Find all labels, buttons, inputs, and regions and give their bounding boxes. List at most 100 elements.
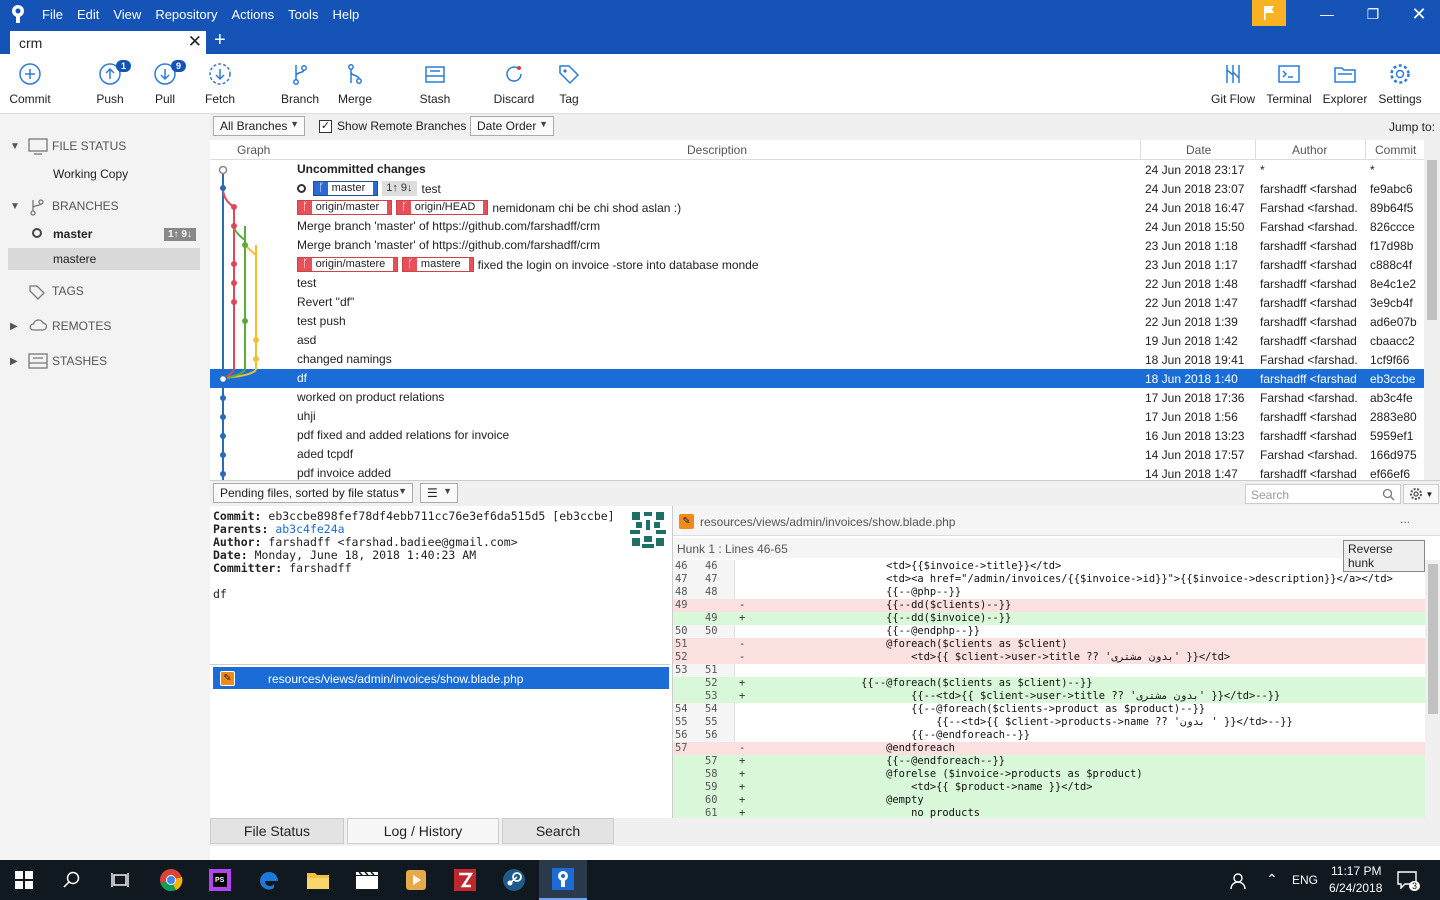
people-icon[interactable] bbox=[1229, 872, 1247, 890]
minimize-button[interactable]: — bbox=[1304, 0, 1350, 28]
show-remote-checkbox[interactable]: ✓ Show Remote Branches bbox=[319, 119, 466, 133]
file-sort-dropdown[interactable]: Pending files, sorted by file status ▼ bbox=[213, 483, 413, 503]
sidebar-file-status[interactable]: ▼ FILE STATUS bbox=[0, 135, 210, 157]
sidebar-remotes[interactable]: ▶ REMOTES bbox=[0, 315, 210, 337]
stash-button[interactable]: Stash bbox=[405, 62, 465, 106]
scrollbar-thumb[interactable] bbox=[1427, 160, 1437, 320]
new-tab-button[interactable]: + bbox=[214, 29, 226, 52]
column-divider[interactable] bbox=[1365, 140, 1366, 160]
maximize-button[interactable]: ❐ bbox=[1350, 0, 1396, 28]
commit-row[interactable]: Merge branch 'master' of https://github.… bbox=[210, 217, 1424, 236]
scrollbar-thumb[interactable] bbox=[1428, 564, 1438, 714]
commit-row[interactable]: ᚴ master 1↑ 9↓ test 24 Jun 2018 23:07 farshad… bbox=[210, 179, 1424, 198]
commit-row[interactable]: Merge branch 'master' of https://github.… bbox=[210, 236, 1424, 255]
task-view-button[interactable] bbox=[96, 860, 144, 900]
commit-row[interactable]: Uncommitted changes 24 Jun 2018 23:17 * * bbox=[210, 160, 1424, 179]
checkbox-checked-icon[interactable]: ✓ bbox=[319, 119, 332, 133]
author-column-header[interactable]: Author bbox=[1292, 143, 1327, 157]
search-input[interactable]: Search bbox=[1245, 484, 1401, 504]
taskbar-search-button[interactable] bbox=[48, 860, 96, 900]
explorer-button[interactable]: Explorer bbox=[1315, 62, 1375, 106]
menu-tools[interactable]: Tools bbox=[288, 7, 318, 22]
flag-button[interactable] bbox=[1252, 0, 1286, 26]
order-dropdown[interactable]: Date Order ▼ bbox=[470, 116, 554, 136]
close-window-button[interactable]: ✕ bbox=[1396, 0, 1440, 28]
chevron-down-icon[interactable]: ▼ bbox=[10, 201, 20, 212]
menu-help[interactable]: Help bbox=[332, 7, 359, 22]
push-button[interactable]: 1 Push bbox=[80, 60, 140, 106]
diff-scrollbar[interactable] bbox=[1425, 560, 1440, 818]
steam-taskbar-button[interactable] bbox=[490, 860, 538, 900]
fetch-button[interactable]: Fetch bbox=[190, 62, 250, 106]
sidebar-item-mastere[interactable]: mastere bbox=[8, 248, 200, 270]
column-divider[interactable] bbox=[1140, 140, 1141, 160]
discard-button[interactable]: Discard bbox=[484, 62, 544, 106]
filezilla-taskbar-button[interactable] bbox=[441, 860, 489, 900]
branches-dropdown[interactable]: All Branches ▼ bbox=[213, 116, 305, 136]
commit-row[interactable]: uhji 17 Jun 2018 1:56 farshadff <farshad 28… bbox=[210, 407, 1424, 426]
media-taskbar-button[interactable] bbox=[392, 860, 440, 900]
more-options-button[interactable]: ... bbox=[1400, 512, 1410, 526]
commit-row[interactable]: asd 19 Jun 2018 1:42 farshadff <farshad cba… bbox=[210, 331, 1424, 350]
repo-tab[interactable]: crm ✕ bbox=[10, 31, 206, 54]
commit-row[interactable]: df 18 Jun 2018 1:40 farshadff <farshad eb3c… bbox=[210, 369, 1424, 388]
movies-taskbar-button[interactable] bbox=[343, 860, 391, 900]
view-mode-dropdown[interactable]: ☰ ▼ bbox=[420, 483, 458, 503]
sidebar-tags[interactable]: TAGS bbox=[0, 280, 210, 302]
tab-file-status[interactable]: File Status bbox=[210, 818, 344, 844]
tab-search[interactable]: Search bbox=[502, 818, 614, 844]
graph-column-header[interactable]: Graph bbox=[237, 143, 270, 157]
menu-file[interactable]: File bbox=[42, 7, 63, 22]
commit-button[interactable]: Commit bbox=[0, 62, 60, 106]
chevron-up-icon[interactable]: ⌃ bbox=[1266, 871, 1278, 888]
edge-taskbar-button[interactable] bbox=[245, 860, 293, 900]
description-column-header[interactable]: Description bbox=[687, 143, 747, 157]
commit-list-scrollbar[interactable] bbox=[1424, 140, 1440, 480]
chevron-right-icon[interactable]: ▶ bbox=[10, 356, 18, 367]
phpstorm-taskbar-button[interactable]: PS bbox=[196, 860, 244, 900]
commit-row[interactable]: changed namings 18 Jun 2018 19:41 Farshad … bbox=[210, 350, 1424, 369]
tag-button[interactable]: Tag bbox=[539, 62, 599, 106]
sidebar-item-master[interactable]: master 1↑ 9↓ bbox=[0, 223, 210, 245]
chevron-down-icon[interactable]: ▼ bbox=[10, 141, 20, 152]
chrome-taskbar-button[interactable] bbox=[147, 860, 195, 900]
parent-link[interactable]: ab3c4fe24a bbox=[275, 522, 344, 536]
menu-edit[interactable]: Edit bbox=[77, 7, 99, 22]
commit-row[interactable]: test 22 Jun 2018 1:48 farshadff <farshad 8e… bbox=[210, 274, 1424, 293]
tab-log-history[interactable]: Log / History bbox=[347, 818, 499, 844]
close-tab-icon[interactable]: ✕ bbox=[188, 32, 202, 52]
pull-button[interactable]: 9 Pull bbox=[135, 60, 195, 106]
sidebar-stashes[interactable]: ▶ STASHES bbox=[0, 350, 210, 372]
column-divider[interactable] bbox=[1255, 140, 1256, 160]
commit-row[interactable]: pdf invoice added 14 Jun 2018 1:47 farshad… bbox=[210, 464, 1424, 480]
commit-row[interactable]: pdf fixed and added relations for invoic… bbox=[210, 426, 1424, 445]
menu-view[interactable]: View bbox=[113, 7, 141, 22]
language-indicator[interactable]: ENG bbox=[1292, 873, 1318, 887]
menu-actions[interactable]: Actions bbox=[231, 7, 274, 22]
branch-label-badge[interactable]: ᚴ origin/HEAD bbox=[396, 200, 489, 215]
branch-label-badge[interactable]: ᚴ origin/mastere bbox=[297, 257, 399, 272]
commit-row[interactable]: test push 22 Jun 2018 1:39 farshadff <fars… bbox=[210, 312, 1424, 331]
gitflow-button[interactable]: Git Flow bbox=[1203, 62, 1263, 106]
date-column-header[interactable]: Date bbox=[1186, 143, 1211, 157]
commit-column-header[interactable]: Commit bbox=[1375, 143, 1416, 157]
merge-button[interactable]: Merge bbox=[325, 62, 385, 106]
branch-label-badge[interactable]: ᚴ mastere bbox=[402, 257, 474, 272]
branch-button[interactable]: Branch bbox=[270, 62, 330, 106]
clock-date[interactable]: 6/24/2018 bbox=[1329, 881, 1382, 895]
clock-time[interactable]: 11:17 PM bbox=[1331, 864, 1381, 878]
file-row[interactable]: ✎ resources/views/admin/invoices/show.bl… bbox=[213, 667, 669, 689]
commit-row[interactable]: ᚴ origin/mastere ᚴ mastere fixed the login o… bbox=[210, 255, 1424, 274]
branch-label-badge[interactable]: ᚴ master bbox=[313, 181, 379, 196]
commit-row[interactable]: aded tcpdf 14 Jun 2018 17:57 Farshad <fars… bbox=[210, 445, 1424, 464]
commit-row[interactable]: ᚴ origin/master ᚴ origin/HEAD nemidonam chi … bbox=[210, 198, 1424, 217]
chevron-right-icon[interactable]: ▶ bbox=[10, 321, 18, 332]
branch-label-badge[interactable]: ᚴ origin/master bbox=[297, 200, 393, 215]
options-button[interactable]: ▼ bbox=[1403, 484, 1439, 504]
file-explorer-taskbar-button[interactable] bbox=[294, 860, 342, 900]
terminal-button[interactable]: Terminal bbox=[1259, 62, 1319, 106]
commit-row[interactable]: Revert "df" 22 Jun 2018 1:47 farshadff <fa… bbox=[210, 293, 1424, 312]
settings-button[interactable]: Settings bbox=[1370, 62, 1430, 106]
sidebar-item-working-copy[interactable]: Working Copy bbox=[0, 163, 210, 185]
sourcetree-taskbar-button[interactable] bbox=[539, 860, 587, 900]
